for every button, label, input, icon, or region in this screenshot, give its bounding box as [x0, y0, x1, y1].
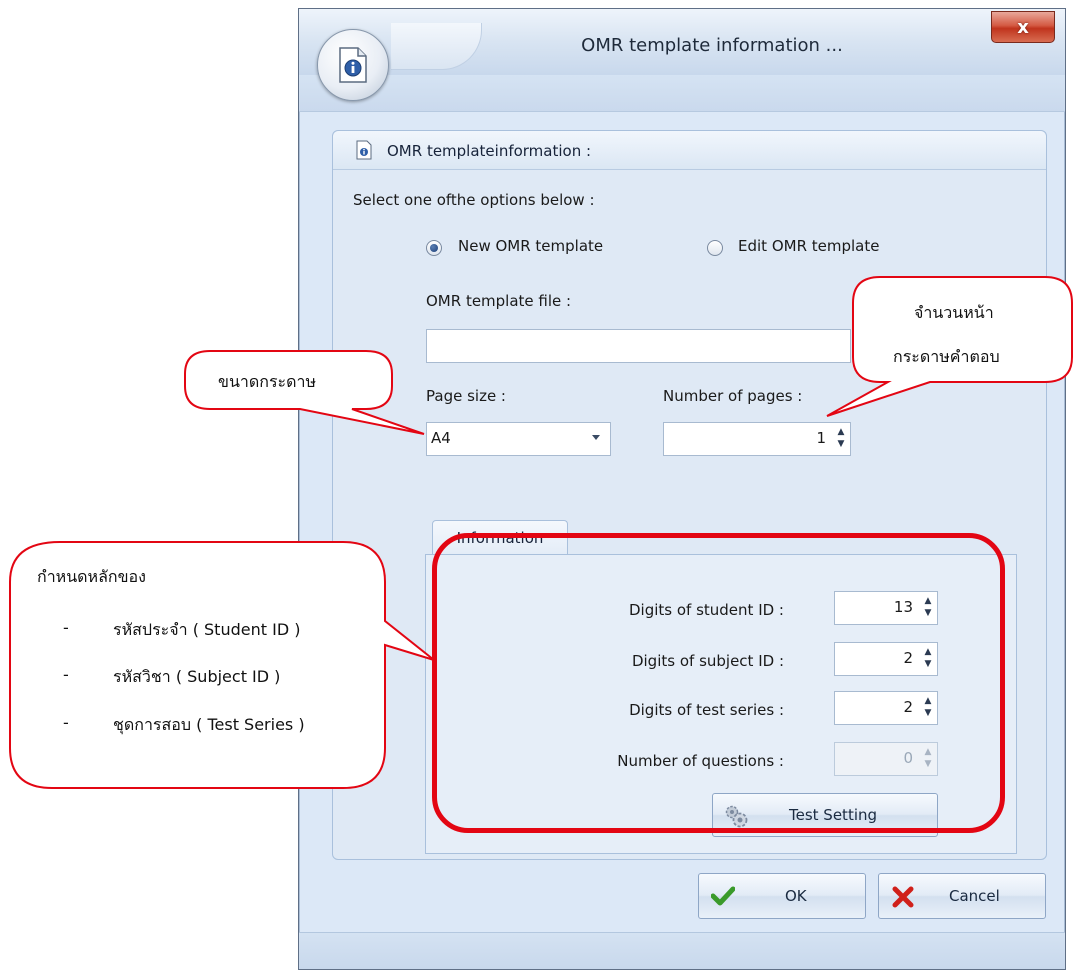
digits-note-item: รหัสประจำ ( Student ID ): [113, 620, 301, 639]
digits-note-dash: -: [63, 665, 69, 684]
digits-note-title: กำหนดหลักของ: [37, 567, 146, 586]
digits-note-item: ชุดการสอบ ( Test Series ): [113, 715, 305, 734]
page-size-note: ขนาดกระดาษ: [218, 372, 317, 391]
digits-note-dash: -: [63, 618, 69, 637]
digits-note-item: รหัสวิชา ( Subject ID ): [113, 667, 281, 686]
pages-note-line2: กระดาษคำตอบ: [893, 347, 1000, 366]
digits-note-dash: -: [63, 713, 69, 732]
pages-note-line1: จำนวนหน้า: [914, 303, 994, 322]
callout-shapes: [9, 276, 1073, 789]
